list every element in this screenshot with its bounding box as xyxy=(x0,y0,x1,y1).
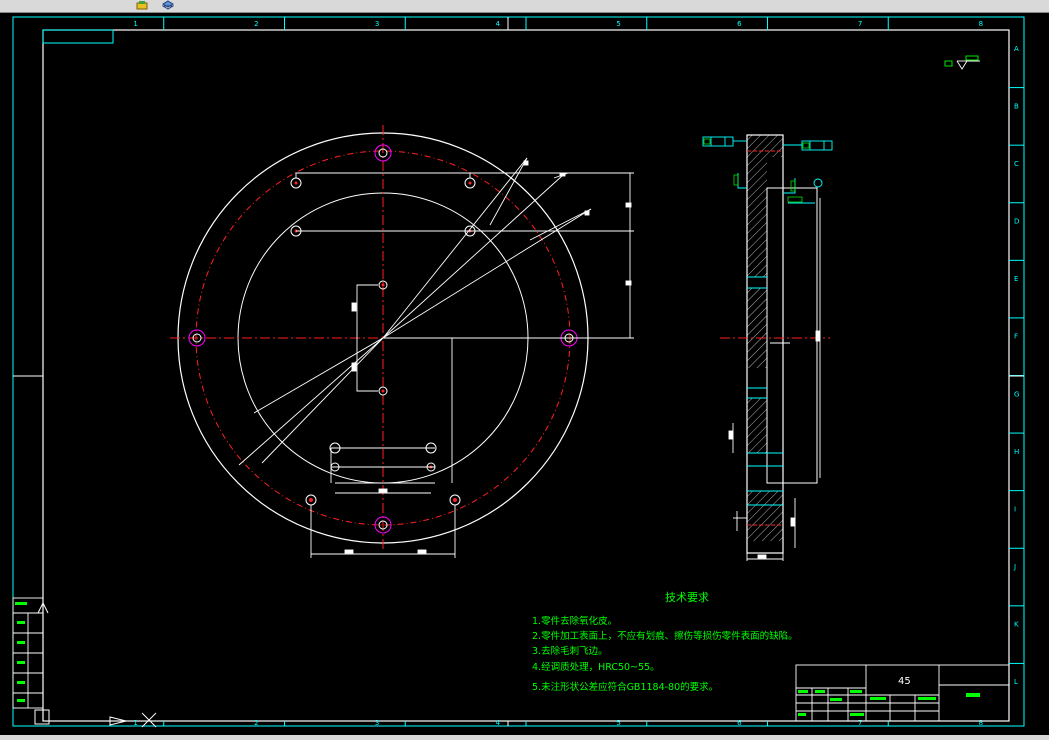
column-label-bottom: 6 xyxy=(737,719,742,727)
row-label: I xyxy=(1014,505,1016,513)
hole-lower-right xyxy=(449,494,461,506)
column-label-top: 3 xyxy=(375,20,379,28)
column-label-top: 7 xyxy=(858,20,862,28)
row-label: D xyxy=(1014,218,1019,226)
row-label: J xyxy=(1013,563,1016,571)
front-view xyxy=(170,125,634,558)
tech-title: 技术要求 xyxy=(665,591,709,604)
column-label-top: 6 xyxy=(737,20,742,28)
hole-lower-left xyxy=(305,494,317,506)
material-value: 45 xyxy=(898,676,911,687)
column-label-bottom: 2 xyxy=(254,719,258,727)
status-bar xyxy=(0,735,1049,740)
column-label-bottom: 7 xyxy=(858,719,862,727)
row-label: F xyxy=(1014,333,1018,341)
front-dimensions xyxy=(295,172,634,558)
revision-strip xyxy=(12,597,44,709)
row-label: H xyxy=(1014,448,1019,456)
column-label-top: 2 xyxy=(254,20,258,28)
row-label: L xyxy=(1014,678,1018,686)
column-label-bottom: 3 xyxy=(375,719,379,727)
drawing-canvas[interactable]: 1122334455667788 ABCDEFGHIJKL 技术要求 1.零件去… xyxy=(0,13,1049,735)
column-label-bottom: 8 xyxy=(979,719,983,727)
row-label: K xyxy=(1014,621,1019,629)
tech-line-2: 2.零件加工表面上，不应有划痕、擦伤等损伤零件表面的缺陷。 xyxy=(532,630,798,642)
engineering-drawing: 1122334455667788 ABCDEFGHIJKL 技术要求 1.零件去… xyxy=(12,16,1025,728)
title-block xyxy=(795,664,1010,722)
column-label-top: 1 xyxy=(133,20,137,28)
column-label-top: 8 xyxy=(979,20,983,28)
row-label: B xyxy=(1014,102,1019,110)
ucs-icon xyxy=(34,601,157,728)
column-label-top: 4 xyxy=(496,20,501,28)
row-label: E xyxy=(1014,275,1018,283)
row-label: G xyxy=(1014,390,1019,398)
layer-icon[interactable] xyxy=(136,0,148,11)
surface-finish-symbol xyxy=(944,55,980,70)
tech-requirements: 技术要求 1.零件去除氧化皮。 2.零件加工表面上，不应有划痕、擦伤等损伤零件表… xyxy=(532,591,798,693)
layers-stack-icon[interactable] xyxy=(162,0,174,11)
column-label-bottom: 1 xyxy=(133,719,137,727)
inner-frame xyxy=(42,29,1010,722)
column-label-bottom: 4 xyxy=(496,719,501,727)
tech-line-1: 1.零件去除氧化皮。 xyxy=(532,615,617,627)
column-label-top: 5 xyxy=(616,20,620,28)
row-label: C xyxy=(1014,160,1019,168)
cad-toolbar xyxy=(0,0,1049,13)
sheet-border xyxy=(12,16,1025,727)
tech-line-5: 5.未注形状公差应符合GB1184-80的要求。 xyxy=(532,681,718,693)
section-view xyxy=(702,134,833,561)
tech-line-4: 4.经调质处理，HRC50~55。 xyxy=(532,661,660,673)
tech-line-3: 3.去除毛刺飞边。 xyxy=(532,645,608,657)
code-box xyxy=(42,29,114,44)
row-labels: A B C D E F G H I J K L xyxy=(1009,45,1024,686)
column-label-bottom: 5 xyxy=(616,719,620,727)
row-label: A xyxy=(1014,45,1019,53)
